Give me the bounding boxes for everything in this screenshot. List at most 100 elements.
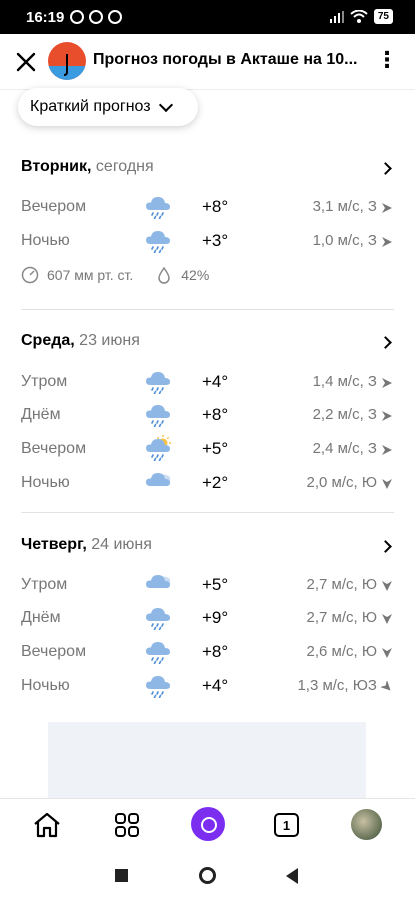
temperature: +3° [202, 231, 229, 250]
recent-apps-icon[interactable] [115, 869, 128, 882]
avatar[interactable] [351, 809, 382, 840]
page-title: Прогноз погоды в Акташе на 10... [93, 51, 358, 68]
status-right: 75 [329, 9, 393, 24]
day-header[interactable]: Четверг, 24 июня [21, 536, 152, 554]
cloudy-icon [144, 469, 172, 495]
south-arrow-icon [381, 612, 393, 624]
extras-row: 607 мм рт. ст. 42% [21, 266, 209, 284]
alice-assistant-icon[interactable] [191, 807, 225, 841]
forecast-row: Ночью +3° 1,0 м/с, З [0, 227, 415, 257]
pressure-value: 607 мм рт. ст. [47, 267, 134, 283]
day-date: 23 июня [74, 332, 140, 349]
period-label: Вечером [21, 198, 87, 215]
chevron-right-icon[interactable] [379, 162, 392, 175]
wind-info: 2,7 м/с, Ю [306, 609, 378, 626]
south-arrow-icon [381, 646, 393, 658]
forecast-row: Вечером +8° 3,1 м/с, З [0, 193, 415, 223]
period-label: Днём [21, 406, 61, 423]
chevron-right-icon[interactable] [379, 336, 392, 349]
system-nav-bar [0, 852, 415, 900]
wind-info: 2,2 м/с, З [312, 406, 377, 423]
bottom-nav: 1 [0, 798, 415, 852]
period-label: Утром [21, 373, 68, 390]
west-arrow-icon [381, 235, 393, 247]
day-name: Четверг, [21, 536, 87, 553]
rain-cloud-icon [144, 672, 172, 699]
rain-cloud-icon [144, 368, 172, 395]
temperature: +4° [202, 372, 229, 391]
humidity-drop-icon [158, 266, 171, 284]
west-arrow-icon [381, 201, 393, 213]
back-icon[interactable] [286, 868, 298, 884]
forecast-row: Утром +4° 1,4 м/с, З [0, 368, 415, 398]
wind-info: 1,3 м/с, ЮЗ [297, 677, 377, 694]
close-icon[interactable] [12, 48, 40, 76]
status-time: 16:19 [26, 9, 65, 26]
wind-info: 2,0 м/с, Ю [306, 474, 378, 491]
ad-placeholder[interactable] [48, 722, 366, 802]
temperature: +5° [202, 575, 229, 594]
temperature: +2° [202, 473, 229, 492]
west-arrow-icon [381, 443, 393, 455]
forecast-row: Ночью +2° 2,0 м/с, Ю [0, 469, 415, 499]
more-menu-icon[interactable]: ⋮ [376, 48, 398, 72]
forecast-row: Днём +8° 2,2 м/с, З [0, 401, 415, 431]
temperature: +8° [202, 197, 229, 216]
notification-icon [70, 10, 84, 24]
period-label: Вечером [21, 440, 87, 457]
home-circle-icon[interactable] [199, 867, 216, 884]
southwest-arrow-icon [379, 679, 393, 692]
rain-cloud-icon [144, 227, 172, 254]
period-label: Днём [21, 609, 61, 626]
divider [21, 512, 394, 513]
wind-info: 3,1 м/с, З [312, 198, 377, 215]
rain-cloud-icon [144, 401, 172, 428]
period-label: Ночью [21, 677, 70, 694]
summary-forecast-label: Краткий прогноз [30, 98, 151, 115]
whatsapp-icon [108, 10, 122, 24]
forecast-row: Утром +5° 2,7 м/с, Ю [0, 571, 415, 601]
temperature: +9° [202, 608, 229, 627]
day-header[interactable]: Среда, 23 июня [21, 332, 140, 350]
battery-icon: 75 [373, 9, 393, 24]
period-label: Ночью [21, 474, 70, 491]
services-grid-icon[interactable] [111, 809, 143, 841]
period-label: Утром [21, 576, 68, 593]
divider [21, 309, 394, 310]
south-arrow-icon [381, 477, 393, 489]
summary-forecast-button[interactable]: Краткий прогноз [18, 88, 198, 126]
home-icon[interactable] [31, 809, 63, 841]
rain-cloud-icon [144, 638, 172, 665]
humidity-value: 42% [181, 267, 210, 283]
day-header[interactable]: Вторник, сегодня [21, 158, 154, 176]
temperature: +8° [202, 405, 229, 424]
wind-info: 1,4 м/с, З [312, 373, 377, 390]
wind-info: 1,0 м/с, З [312, 232, 377, 249]
check-icon [89, 10, 103, 24]
period-label: Вечером [21, 643, 87, 660]
temperature: +4° [202, 676, 229, 695]
period-label: Ночью [21, 232, 70, 249]
notification-icons [70, 10, 122, 24]
wind-info: 2,4 м/с, З [312, 440, 377, 457]
chevron-right-icon[interactable] [379, 540, 392, 553]
chevron-down-icon [158, 97, 173, 112]
west-arrow-icon [381, 376, 393, 388]
rain-cloud-icon [144, 604, 172, 631]
wind-info: 2,6 м/с, Ю [306, 643, 378, 660]
temperature: +5° [202, 439, 229, 458]
signal-icon [329, 10, 344, 23]
rain-cloud-icon [144, 193, 172, 220]
day-name: Вторник, [21, 158, 92, 175]
tabs-counter-button[interactable]: 1 [274, 813, 299, 837]
status-bar: 16:19 75 [0, 0, 415, 34]
forecast-row: Вечером +8° 2,6 м/с, Ю [0, 638, 415, 668]
day-date: сегодня [91, 158, 154, 175]
pressure-icon [21, 266, 39, 284]
temperature: +8° [202, 642, 229, 661]
wind-info: 2,7 м/с, Ю [306, 576, 378, 593]
south-arrow-icon [381, 579, 393, 591]
forecast-row: Ночью +4° 1,3 м/с, ЮЗ [0, 672, 415, 702]
wifi-icon [350, 10, 368, 23]
day-name: Среда, [21, 332, 75, 349]
